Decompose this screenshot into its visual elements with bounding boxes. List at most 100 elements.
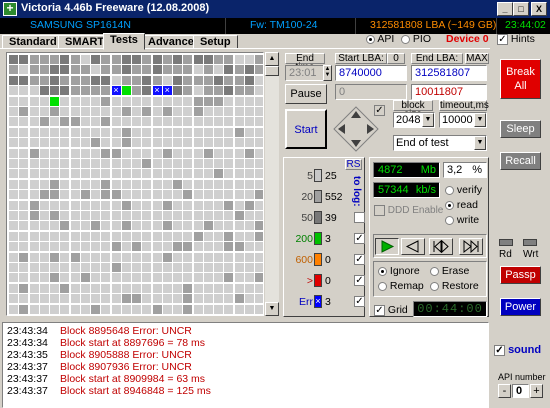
direction-pad[interactable] [333, 106, 379, 152]
scroll-down-icon[interactable]: ▼ [265, 302, 279, 316]
skip-back-button[interactable] [429, 238, 453, 255]
reverse-button[interactable] [401, 238, 425, 255]
recall-button[interactable]: Recall [500, 152, 541, 170]
start-button[interactable]: Start [285, 109, 327, 149]
log-checkbox[interactable]: ✓ [354, 254, 365, 265]
end-lba-max-button[interactable]: MAX [465, 53, 489, 64]
write-radio[interactable]: write [445, 214, 479, 226]
map-block [214, 263, 223, 272]
map-block [152, 55, 162, 64]
map-block [80, 169, 90, 179]
map-block [203, 190, 213, 200]
maximize-button[interactable]: □ [513, 2, 529, 16]
block-map-scrollbar[interactable]: ▲ ▼ [265, 52, 279, 316]
start-lba-field[interactable]: 8740000 [335, 65, 407, 81]
map-block [60, 159, 70, 168]
counter-value: 3 [325, 296, 331, 308]
read-radio-dot[interactable] [445, 200, 454, 210]
map-block [183, 231, 193, 241]
map-block [255, 294, 263, 304]
sleep-button[interactable]: Sleep [500, 120, 541, 138]
grid-check-icon[interactable]: ✓ [374, 304, 385, 316]
tab-setup[interactable]: Setup [193, 35, 238, 49]
ignore-radio-dot[interactable] [378, 266, 387, 276]
map-block [91, 96, 100, 106]
hints-check-icon[interactable]: ✓ [497, 33, 508, 45]
erase-radio[interactable]: Erase [430, 265, 469, 277]
restore-radio-dot[interactable] [430, 281, 439, 291]
map-block [132, 96, 141, 106]
log-line: 23:43:34 Block start at 8897696 = 78 ms [7, 337, 205, 349]
map-block [60, 148, 70, 158]
api-radio[interactable]: API [366, 33, 394, 45]
map-block [142, 107, 152, 116]
end-time-field[interactable]: 23:01 [285, 65, 325, 81]
dpad-check-icon[interactable]: ✓ [374, 105, 385, 116]
restore-radio[interactable]: Restore [430, 280, 479, 292]
break-all-button[interactable]: Break All [500, 59, 541, 99]
tab-tests[interactable]: Tests [103, 33, 145, 50]
pio-radio-dot[interactable] [401, 34, 410, 44]
scroll-up-icon[interactable]: ▲ [265, 52, 279, 66]
end-lba-field[interactable]: 312581807 [411, 65, 487, 81]
tab-standard[interactable]: Standard [2, 35, 64, 49]
ignore-radio[interactable]: Ignore [378, 265, 420, 277]
remap-radio[interactable]: Remap [378, 280, 424, 292]
chevron-down-icon[interactable]: ▼ [474, 136, 486, 150]
api-radio-dot[interactable] [366, 34, 375, 44]
ddd-enable-checkbox[interactable]: DDD Enable [374, 205, 443, 216]
timeout-select[interactable]: 10000 ▼ [439, 112, 487, 128]
api-number-field[interactable]: 0 [512, 384, 529, 398]
write-radio-dot[interactable] [445, 215, 454, 225]
chevron-down-icon[interactable]: ▼ [422, 113, 434, 127]
chevron-down-icon[interactable]: ▼ [474, 113, 486, 127]
block-size-select[interactable]: 2048 ▼ [393, 112, 435, 128]
dpad-icon[interactable] [333, 106, 379, 152]
api-minus-button[interactable]: - [498, 384, 511, 398]
hints-checkbox[interactable]: ✓ Hints [497, 33, 535, 45]
map-block [152, 148, 162, 158]
log-checkbox[interactable] [354, 212, 365, 223]
log-checkbox[interactable]: ✓ [354, 233, 365, 244]
remap-radio-dot[interactable] [378, 281, 387, 291]
map-block [244, 211, 254, 220]
sound-check-icon[interactable]: ✓ [494, 344, 505, 356]
map-block [173, 211, 182, 220]
passp-button[interactable]: Passp [500, 266, 541, 284]
map-block [224, 117, 234, 127]
api-plus-button[interactable]: + [530, 384, 543, 398]
map-block [132, 138, 141, 148]
map-block [234, 200, 244, 210]
grid-checkbox[interactable]: ✓ Grid [374, 304, 408, 316]
pause-button[interactable]: Pause [285, 84, 327, 104]
map-block [244, 138, 254, 148]
map-block [183, 159, 193, 168]
scroll-thumb[interactable] [265, 66, 279, 76]
map-block [132, 252, 141, 262]
sound-checkbox[interactable]: ✓ sound [494, 344, 541, 356]
end-time-spin-icon[interactable]: ▲ ▼ [323, 65, 332, 81]
map-block [19, 127, 29, 137]
start-lba-zero-button[interactable]: 0 [387, 53, 405, 64]
log-time: 23:43:37 [7, 373, 48, 385]
log-checkbox[interactable]: ✓ [354, 296, 365, 307]
minimize-button[interactable]: _ [497, 2, 513, 16]
ddd-check-icon[interactable] [374, 205, 385, 216]
close-button[interactable]: X [531, 2, 547, 16]
play-button[interactable] [375, 238, 399, 255]
verify-radio[interactable]: verify [445, 184, 482, 196]
map-block [234, 127, 244, 137]
map-block [39, 96, 49, 106]
verify-radio-dot[interactable] [445, 185, 454, 195]
ddd-label: DDD Enable [387, 205, 444, 217]
pio-radio[interactable]: PIO [401, 33, 431, 45]
skip-end-button[interactable] [459, 238, 483, 255]
end-action-select[interactable]: End of test ▼ [393, 135, 487, 151]
read-radio[interactable]: read [445, 199, 478, 211]
app-plus-icon: + [3, 2, 17, 16]
erase-radio-dot[interactable] [430, 266, 439, 276]
map-block [29, 55, 39, 64]
log-checkbox[interactable]: ✓ [354, 275, 365, 286]
power-button[interactable]: Power [500, 298, 541, 316]
map-block [111, 273, 121, 283]
